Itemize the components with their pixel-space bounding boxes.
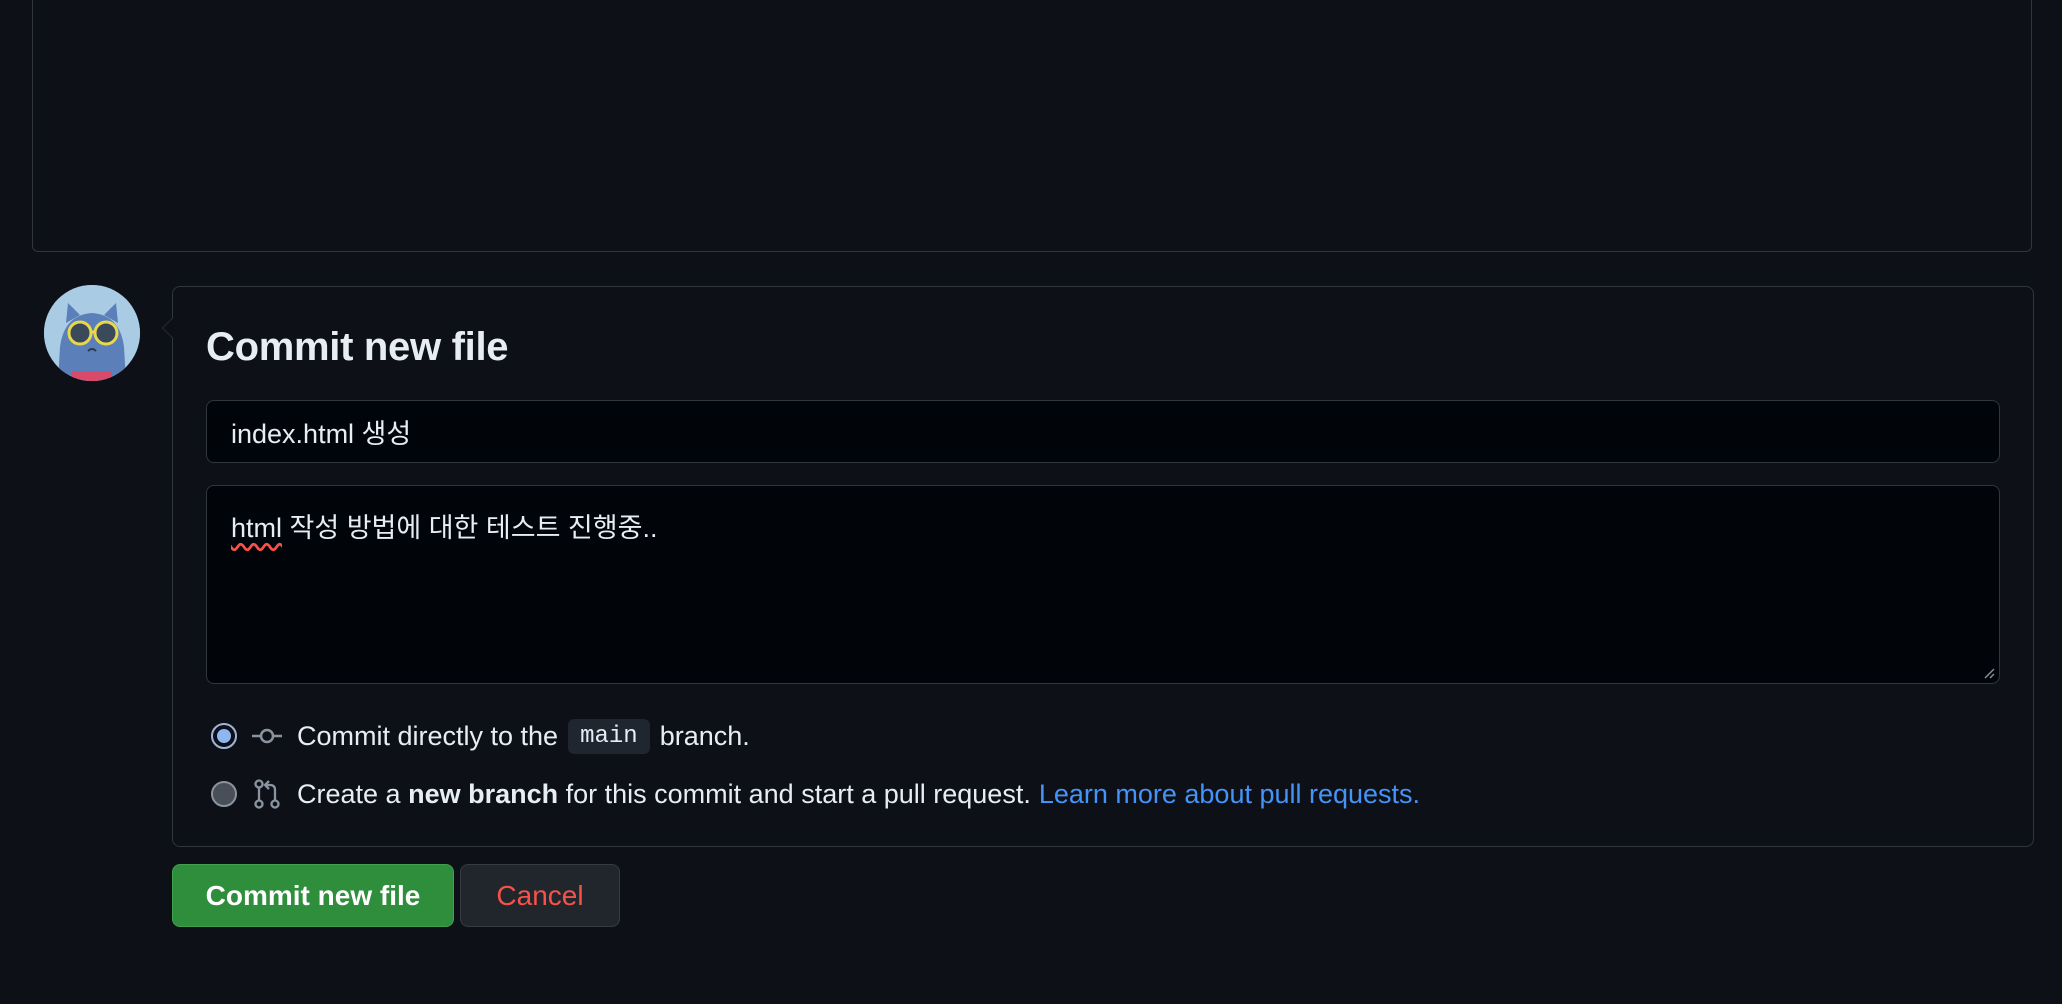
commit-new-file-button[interactable]: Commit new file	[172, 864, 454, 927]
file-editor-panel[interactable]	[32, 0, 2032, 252]
avatar-cat-illustration	[44, 285, 140, 381]
commit-description-textarea[interactable]: html 작성 방법에 대한 테스트 진행중..	[206, 485, 2000, 684]
option-new-suffix: for this commit and start a pull request…	[565, 778, 1031, 809]
option-new-branch[interactable]: Create a new branch for this commit and …	[211, 774, 1420, 814]
radio-new-branch[interactable]	[211, 781, 237, 807]
radio-commit-direct[interactable]	[211, 723, 237, 749]
branch-name-badge: main	[568, 718, 650, 754]
option-new-prefix: Create a	[297, 778, 401, 809]
misspelled-word: html	[231, 513, 283, 543]
description-text: 작성 방법에 대한 테스트 진행중..	[282, 513, 658, 543]
option-direct-prefix: Commit directly to the	[297, 720, 559, 751]
option-new-bold: new branch	[408, 778, 559, 809]
learn-more-link[interactable]: Learn more about pull requests.	[1039, 779, 1420, 810]
speech-caret-inner	[163, 318, 173, 338]
option-commit-direct[interactable]: Commit directly to the main branch.	[211, 716, 750, 756]
option-direct-suffix: branch.	[659, 720, 750, 751]
commit-page: Commit new file html 작성 방법에 대한 테스트 진행중..…	[0, 0, 2062, 1004]
commit-title: Commit new file	[206, 325, 509, 369]
avatar[interactable]	[44, 285, 140, 381]
commit-summary-input[interactable]	[206, 400, 2000, 463]
git-commit-icon	[252, 728, 282, 744]
commit-form: Commit new file html 작성 방법에 대한 테스트 진행중..…	[162, 286, 2034, 847]
cancel-button[interactable]: Cancel	[460, 864, 620, 927]
resize-handle-icon[interactable]	[1983, 667, 1995, 679]
git-pull-request-icon	[254, 779, 280, 809]
